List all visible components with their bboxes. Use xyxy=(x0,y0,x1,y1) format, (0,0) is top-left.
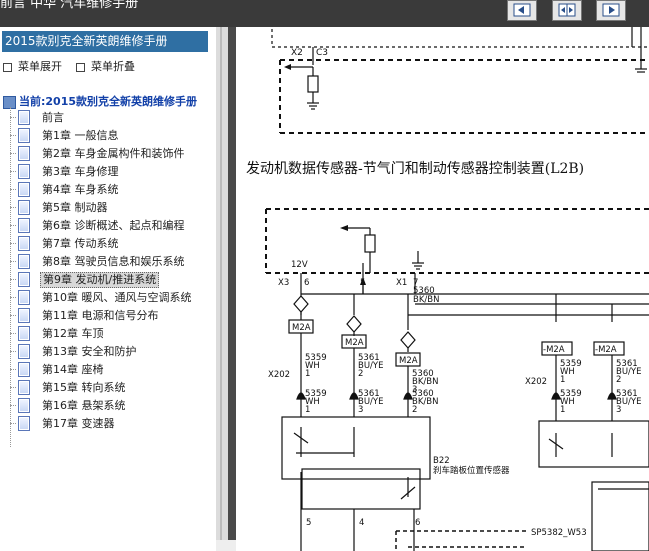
forward-button[interactable] xyxy=(596,0,626,21)
document-icon xyxy=(18,128,30,143)
wire-label: 3 xyxy=(616,405,621,415)
tree-item[interactable]: 第14章 座椅 xyxy=(10,361,210,378)
tree-item[interactable]: 第11章 电源和信号分布 xyxy=(10,307,210,324)
pin-label: 6 xyxy=(415,518,420,528)
diagram-label: 12V xyxy=(291,260,308,270)
wire-label: 2 xyxy=(412,405,417,415)
document-icon xyxy=(18,380,30,395)
document-icon xyxy=(18,362,30,377)
menu-expand-label: 菜单展开 xyxy=(18,60,62,73)
arrow-icon xyxy=(340,225,348,231)
wire-label: 2 xyxy=(616,375,621,385)
document-icon xyxy=(18,110,30,125)
component-description: 刹车踏板位置传感器 xyxy=(433,465,510,476)
tree-item[interactable]: 第12章 车顶 xyxy=(10,325,210,342)
tree-item[interactable]: 第4章 车身系统 xyxy=(10,181,210,198)
wire-label: 3 xyxy=(358,405,363,415)
wire-label: 1 xyxy=(305,405,310,415)
back-arrow-icon xyxy=(513,3,531,17)
diagram-viewer: X2 C3 12V X3 6 5 X1 7 5360 BK/BN M2A M2A… xyxy=(236,27,649,551)
sidebar: 2015款别克全新英朗维修手册 菜单展开 菜单折叠 当前:2015款别克全新英朗… xyxy=(0,27,216,551)
wire-label: 1 xyxy=(560,375,565,385)
diagram-label: BK/BN xyxy=(413,295,439,305)
pane-splitter[interactable] xyxy=(216,27,228,551)
document-icon xyxy=(18,272,30,287)
connector-label: X202 xyxy=(268,370,290,380)
module-label: M2A xyxy=(292,323,311,333)
current-book-label: 当前:2015款别克全新英朗维修手册 xyxy=(19,95,198,108)
menu-icon xyxy=(3,62,12,72)
back-button[interactable] xyxy=(507,0,537,21)
component-label: B22 xyxy=(433,456,450,466)
tree-item-selected[interactable]: 第9章 发动机/推进系统 xyxy=(10,271,210,288)
pin-label: 4 xyxy=(359,518,364,528)
menu-collapse-link[interactable]: 菜单折叠 xyxy=(76,58,135,74)
module-label: M2A xyxy=(399,356,418,366)
diagram-label: X1 xyxy=(396,278,407,288)
tree-item[interactable]: 第15章 转向系统 xyxy=(10,379,210,396)
book-title: 2015款别克全新英朗维修手册 xyxy=(2,31,208,52)
forward-arrow-icon xyxy=(602,3,620,17)
tree-item[interactable]: 第13章 安全和防护 xyxy=(10,343,210,360)
connector-label: C3 xyxy=(316,48,328,58)
menu-icon xyxy=(76,62,85,72)
document-icon xyxy=(18,308,30,323)
pin-label: 5 xyxy=(306,518,311,528)
title-bar: 前言 中华 汽车维修手册 xyxy=(0,0,649,27)
window-title: 前言 中华 汽车维修手册 xyxy=(0,0,139,11)
tree-item[interactable]: 前言 xyxy=(10,109,210,126)
module-label: M2A xyxy=(345,338,364,348)
document-icon xyxy=(18,236,30,251)
document-icon xyxy=(18,146,30,161)
wiring-diagram: X2 C3 12V X3 6 5 X1 7 5360 BK/BN M2A M2A… xyxy=(265,27,649,551)
module-label: -M2A xyxy=(543,345,565,355)
document-icon xyxy=(18,326,30,341)
document-icon xyxy=(18,416,30,431)
split-panes-icon xyxy=(558,3,576,17)
tree-item[interactable]: 第6章 诊断概述、起点和编程 xyxy=(10,217,210,234)
tree-item[interactable]: 第16章 悬架系统 xyxy=(10,397,210,414)
arrow-icon xyxy=(284,64,291,70)
diagram-title: 发动机数据传感器-节气门和制动传感器控制装置(L2B) xyxy=(246,161,585,177)
diagram-label: 6 xyxy=(304,278,309,288)
document-icon xyxy=(18,290,30,305)
scrollbar-corner xyxy=(216,540,236,551)
menu-collapse-label: 菜单折叠 xyxy=(91,60,135,73)
content-border xyxy=(228,27,236,551)
document-icon xyxy=(18,218,30,233)
tree-item[interactable]: 第10章 暖风、通风与空调系统 xyxy=(10,289,210,306)
document-icon xyxy=(18,254,30,269)
tree-item[interactable]: 第17章 变速器 xyxy=(10,415,210,432)
wire-label: 1 xyxy=(305,369,310,379)
module-label: -M2A xyxy=(595,345,617,355)
diagram-label: X3 xyxy=(278,278,289,288)
diagram-label: 5 xyxy=(360,278,365,288)
wire-label: 2 xyxy=(358,369,363,379)
tree-item[interactable]: 第8章 驾驶员信息和娱乐系统 xyxy=(10,253,210,270)
document-icon xyxy=(18,344,30,359)
document-icon xyxy=(18,164,30,179)
connector-label: X202 xyxy=(525,377,547,387)
document-icon xyxy=(18,200,30,215)
current-book-node[interactable]: 当前:2015款别克全新英朗维修手册 xyxy=(3,93,197,109)
wire-label: 1 xyxy=(560,405,565,415)
tree-item[interactable]: 第3章 车身修理 xyxy=(10,163,210,180)
connector-label: X2 xyxy=(291,48,303,58)
tree-item[interactable]: 第1章 一般信息 xyxy=(10,127,210,144)
menu-expand-link[interactable]: 菜单展开 xyxy=(3,58,62,74)
tree-item[interactable]: 第5章 制动器 xyxy=(10,199,210,216)
splice-label: SP5382_W53 xyxy=(531,528,587,538)
document-icon xyxy=(18,182,30,197)
tree-item[interactable]: 第7章 传动系统 xyxy=(10,235,210,252)
document-icon xyxy=(18,398,30,413)
tree-item[interactable]: 第2章 车身金属构件和装饰件 xyxy=(10,145,210,162)
split-button[interactable] xyxy=(552,0,582,21)
